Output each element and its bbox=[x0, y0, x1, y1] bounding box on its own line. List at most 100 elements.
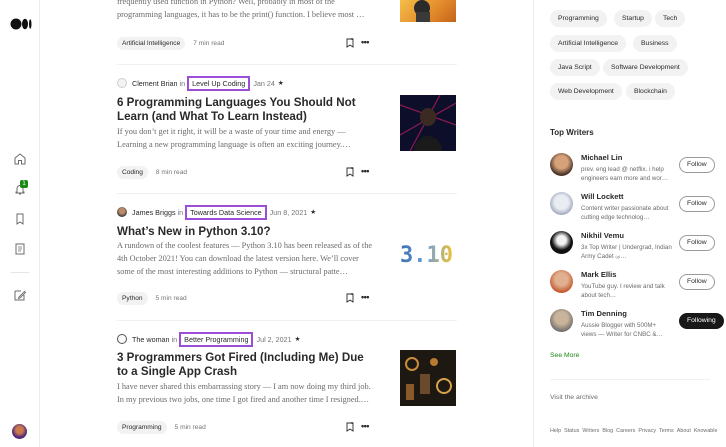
notification-badge: 1 bbox=[20, 180, 28, 188]
member-star-icon: ★ bbox=[277, 80, 284, 87]
writer-name[interactable]: Tim Denning bbox=[581, 309, 627, 318]
writer-avatar[interactable] bbox=[550, 153, 573, 176]
publication-name[interactable]: Level Up Coding bbox=[187, 75, 251, 91]
article-thumbnail[interactable]: 3.10 bbox=[400, 224, 456, 280]
topic-chip[interactable]: Tech bbox=[655, 10, 686, 27]
writer-avatar[interactable] bbox=[550, 309, 573, 332]
article-thumbnail[interactable] bbox=[400, 0, 456, 22]
read-time: 5 min read bbox=[155, 294, 187, 302]
article-title[interactable]: 6 Programming Languages You Should Not L… bbox=[117, 96, 377, 124]
writer-avatar[interactable] bbox=[550, 270, 573, 293]
writer-name[interactable]: Nikhil Vemu bbox=[581, 231, 624, 240]
see-more-link[interactable]: See More bbox=[550, 352, 579, 359]
article-subtitle[interactable]: I have never shared this embarrassing st… bbox=[117, 380, 377, 406]
publish-date: Jun 8, 2021 bbox=[269, 207, 308, 217]
footer-links: Help Status Writers Blog Careers Privacy Terms… bbox=[550, 427, 718, 435]
stories-icon[interactable] bbox=[13, 242, 27, 256]
lists-icon[interactable] bbox=[13, 212, 27, 226]
feed-divider bbox=[117, 320, 457, 321]
topic-chip[interactable]: Business bbox=[633, 35, 677, 52]
home-icon[interactable] bbox=[13, 152, 27, 166]
author-name[interactable]: James Briggs bbox=[132, 208, 176, 217]
author-name[interactable]: The woman bbox=[132, 335, 170, 344]
article-thumbnail[interactable] bbox=[400, 350, 456, 406]
bookmark-icon[interactable] bbox=[346, 422, 354, 432]
article-subtitle[interactable]: frequently used function in Python? Well… bbox=[117, 0, 377, 21]
author-name[interactable]: Clement Brian bbox=[132, 79, 178, 88]
article-thumbnail[interactable] bbox=[400, 95, 456, 151]
follow-button[interactable]: Follow bbox=[679, 157, 715, 173]
footer-link-status[interactable]: Status bbox=[564, 428, 579, 434]
footer-link-careers[interactable]: Careers bbox=[616, 428, 635, 434]
topic-chip[interactable]: Startup bbox=[614, 10, 652, 27]
writer-card: Mark Ellis YouTube guy. I review and tal… bbox=[550, 270, 720, 304]
follow-button[interactable]: Follow bbox=[679, 196, 715, 212]
follow-button[interactable]: Follow bbox=[679, 235, 715, 251]
writer-avatar[interactable] bbox=[550, 192, 573, 215]
footer-link-terms[interactable]: Terms bbox=[659, 428, 674, 434]
topic-tag[interactable]: Coding bbox=[117, 165, 148, 179]
user-avatar[interactable] bbox=[12, 424, 27, 439]
in-label: in bbox=[171, 334, 178, 344]
publish-date: Jul 2, 2021 bbox=[256, 334, 292, 344]
writer-name[interactable]: Will Lockett bbox=[581, 192, 624, 201]
in-label: in bbox=[179, 78, 186, 88]
topic-chip[interactable]: Programming bbox=[550, 10, 607, 27]
article-footer: Python 5 min read bbox=[117, 291, 377, 305]
publication-name[interactable]: Towards Data Science bbox=[185, 204, 267, 220]
read-time: 8 min read bbox=[155, 168, 188, 176]
author-avatar[interactable] bbox=[117, 207, 127, 217]
bookmark-icon[interactable] bbox=[346, 293, 354, 303]
article-footer: Programming 5 min read bbox=[117, 420, 377, 434]
writer-name[interactable]: Mark Ellis bbox=[581, 270, 616, 279]
topic-chip[interactable]: Web Development bbox=[550, 83, 622, 100]
writer-card: Nikhil Vemu 3x Top Writer | Undergrad, I… bbox=[550, 231, 720, 265]
more-options-icon[interactable]: ••• bbox=[361, 421, 369, 431]
topic-chip[interactable]: Artificial Intelligence bbox=[550, 35, 627, 52]
following-button[interactable]: Following bbox=[679, 313, 724, 329]
writer-card: Tim Denning Aussie Blogger with 500M+ vi… bbox=[550, 309, 724, 343]
author-avatar[interactable] bbox=[117, 78, 127, 88]
publish-date: Jan 24 bbox=[253, 78, 275, 88]
article-subtitle[interactable]: A rundown of the coolest features — Pyth… bbox=[117, 239, 377, 279]
writer-bio: Content writer passionate about cutting … bbox=[581, 205, 669, 221]
article-title[interactable]: What’s New in Python 3.10? bbox=[117, 225, 377, 239]
left-nav-rail: 1 bbox=[0, 0, 40, 447]
writer-avatar[interactable] bbox=[550, 231, 573, 254]
feed-divider bbox=[117, 64, 457, 65]
more-options-icon[interactable]: ••• bbox=[361, 37, 369, 47]
medium-logo[interactable] bbox=[10, 17, 32, 31]
read-time: 7 min read bbox=[193, 39, 225, 47]
footer-link-help[interactable]: Help bbox=[550, 428, 561, 434]
footer-link-writers[interactable]: Writers bbox=[582, 428, 599, 434]
topic-chip[interactable]: Java Script bbox=[550, 59, 600, 76]
footer-link-knowable[interactable]: Knowable bbox=[694, 428, 718, 434]
topic-tag[interactable]: Artificial Intelligence bbox=[117, 36, 186, 50]
writer-card: Michael Lin prev. eng lead @ netflix. i … bbox=[550, 153, 720, 187]
member-star-icon: ★ bbox=[294, 336, 301, 343]
topic-chip[interactable]: Blockchain bbox=[626, 83, 675, 100]
article-title[interactable]: 3 Programmers Got Fired (Including Me) D… bbox=[117, 351, 377, 379]
publication-name[interactable]: Better Programming bbox=[179, 331, 254, 347]
article-feed: frequently used function in Python? Well… bbox=[117, 0, 457, 447]
in-label: in bbox=[177, 207, 184, 217]
footer-link-blog[interactable]: Blog bbox=[602, 428, 613, 434]
topic-chip[interactable]: Software Development bbox=[603, 59, 688, 76]
topic-tag[interactable]: Python bbox=[117, 291, 148, 305]
footer-link-about[interactable]: About bbox=[677, 428, 691, 434]
article-meta: The woman in Better Programming Jul 2, 2… bbox=[117, 331, 301, 347]
bookmark-icon[interactable] bbox=[346, 38, 354, 48]
more-options-icon[interactable]: ••• bbox=[361, 292, 369, 302]
archive-link[interactable]: Visit the archive bbox=[550, 394, 598, 401]
write-icon[interactable] bbox=[13, 288, 27, 302]
author-avatar[interactable] bbox=[117, 334, 127, 344]
writer-name[interactable]: Michael Lin bbox=[581, 153, 622, 162]
footer-link-privacy[interactable]: Privacy bbox=[638, 428, 656, 434]
follow-button[interactable]: Follow bbox=[679, 274, 715, 290]
article-subtitle[interactable]: If you don’t get it right, it will be a … bbox=[117, 125, 377, 151]
bookmark-icon[interactable] bbox=[346, 167, 354, 177]
topic-tag[interactable]: Programming bbox=[117, 420, 167, 434]
article-footer: Coding 8 min read bbox=[117, 165, 377, 179]
thumb-version-text: 3.10 bbox=[400, 243, 453, 268]
more-options-icon[interactable]: ••• bbox=[361, 166, 369, 176]
